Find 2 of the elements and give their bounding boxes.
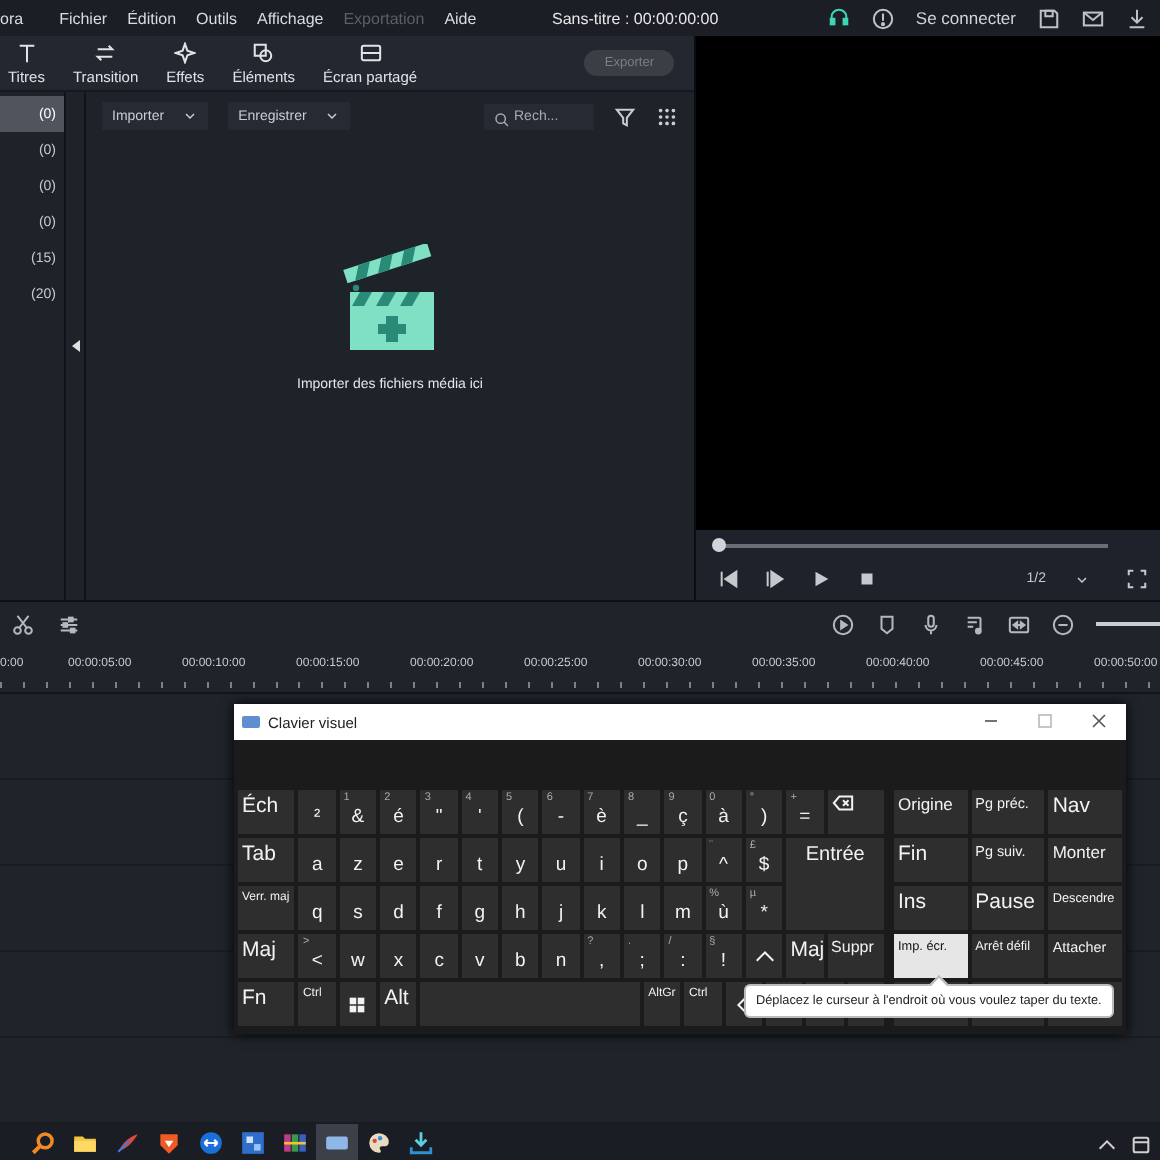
- app-name: ora: [0, 9, 24, 27]
- project-title: Sans-titre : 00:00:00:00: [552, 9, 719, 27]
